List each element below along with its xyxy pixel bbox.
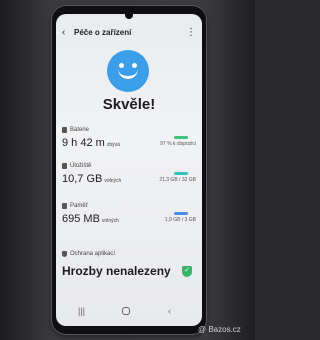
shield-check-icon: ✓	[182, 266, 192, 277]
page-title: Péče o zařízení	[74, 28, 132, 37]
memory-value: 695 MB volných	[62, 212, 119, 228]
device-care-screen: ‹ Péče o zařízení ⋮ Skvěle! Baterie 9 h …	[56, 14, 202, 326]
home-icon[interactable]	[122, 307, 130, 315]
battery-label: Baterie	[70, 127, 90, 133]
top-bar: ‹ Péče o zařízení ⋮	[62, 26, 196, 40]
battery-icon	[62, 127, 67, 133]
storage-unit: volných	[104, 178, 122, 184]
storage-icon	[62, 163, 67, 169]
memory-detail: 1,9 GB / 3 GB	[164, 217, 196, 223]
battery-unit: zbývá	[106, 142, 120, 148]
recents-icon[interactable]: |||	[78, 304, 85, 318]
memory-icon	[62, 203, 67, 209]
smiley-eye-right	[132, 63, 137, 68]
back-arrow-icon[interactable]: ‹	[62, 26, 65, 40]
battery-time: 9 h 42 m	[62, 137, 105, 149]
storage-detail: 21,3 GB / 32 GB	[159, 177, 196, 183]
battery-bar	[174, 136, 188, 139]
app-protection-status[interactable]: Hrozby nenalezeny	[62, 264, 171, 278]
more-options-icon[interactable]: ⋮	[186, 26, 196, 40]
watermark: @ Bazos.cz	[198, 325, 241, 334]
battery-detail: 97 % k dispozici	[160, 141, 196, 147]
status-text: Skvěle!	[102, 96, 156, 113]
smiley-face-icon	[107, 50, 149, 92]
memory-bar	[174, 212, 188, 215]
storage-bar	[174, 172, 188, 175]
memory-unit: volných	[101, 218, 119, 224]
storage-free: 10,7 GB	[62, 173, 103, 185]
nav-back-icon[interactable]: ‹	[168, 304, 171, 318]
storage-value: 10,7 GB volných	[62, 172, 121, 188]
app-protection-label: Ochrana aplikací	[70, 251, 116, 257]
memory-free: 695 MB	[62, 213, 100, 225]
storage-label: Úložiště	[70, 163, 92, 169]
system-nav-bar: ||| ‹	[56, 304, 202, 318]
smiley-mouth	[118, 69, 138, 79]
app-protection-icon	[62, 251, 67, 257]
battery-value: 9 h 42 m zbývá	[62, 136, 120, 152]
smiley-eye-left	[119, 63, 124, 68]
memory-label: Paměť	[70, 203, 88, 209]
